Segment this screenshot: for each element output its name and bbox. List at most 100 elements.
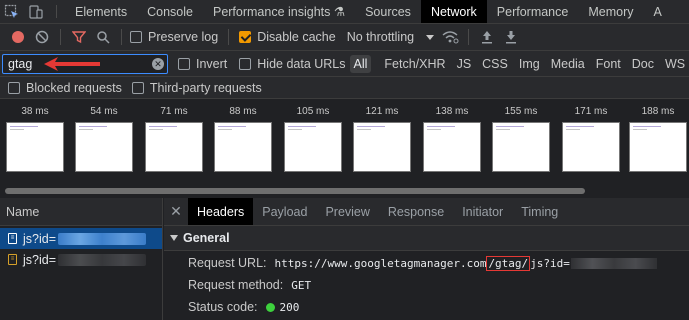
upload-icon — [482, 31, 493, 44]
screenshot-filmstrip: 38 ms 54 ms 71 ms 88 ms 105 ms 121 ms 13… — [0, 100, 689, 184]
close-detail-icon[interactable]: ✕ — [164, 198, 188, 225]
filmstrip-frame[interactable]: 171 ms — [561, 100, 621, 172]
clear-icon — [35, 30, 49, 44]
tab-elements[interactable]: Elements — [65, 0, 137, 23]
devtools-tabbar: Elements Console Performance insights ⚗ … — [0, 0, 689, 24]
hide-data-urls-checkbox[interactable] — [239, 57, 252, 70]
filmstrip-frame[interactable]: 54 ms — [74, 100, 134, 172]
filmstrip-frame[interactable]: 38 ms — [5, 100, 65, 172]
disable-cache-toggle[interactable]: Disable cache — [239, 30, 336, 44]
inspect-element-button[interactable] — [0, 0, 24, 23]
tab-initiator[interactable]: Initiator — [453, 198, 512, 225]
status-ok-icon — [265, 302, 275, 312]
tab-performance[interactable]: Performance — [487, 0, 579, 23]
chevron-down-icon — [426, 34, 435, 40]
filmstrip-frame[interactable]: 138 ms — [422, 100, 482, 172]
clear-button[interactable] — [30, 26, 54, 48]
tabbar-divider — [56, 5, 57, 18]
blocked-requests-checkbox[interactable] — [8, 81, 20, 94]
request-row[interactable]: ≡ js?id= — [0, 228, 162, 249]
tab-preview[interactable]: Preview — [316, 198, 378, 225]
frame-thumbnail — [492, 122, 550, 172]
redacted-id — [58, 232, 147, 245]
filmstrip-frame[interactable]: 188 ms — [628, 100, 688, 172]
scrollbar-thumb[interactable] — [5, 188, 585, 194]
request-list: Name ≡ js?id= ≡ js?id= — [0, 198, 163, 320]
invert-toggle[interactable]: Invert — [178, 57, 227, 71]
filmstrip-scrollbar[interactable] — [0, 184, 689, 198]
preserve-log-label: Preserve log — [148, 30, 219, 44]
throttling-select[interactable]: No throttling — [346, 30, 435, 44]
general-section-header[interactable]: General — [164, 226, 689, 251]
record-icon — [12, 31, 24, 43]
frame-thumbnail — [629, 122, 687, 172]
preserve-log-checkbox[interactable] — [130, 31, 142, 43]
redacted-url-id — [570, 258, 657, 269]
search-button[interactable] — [91, 26, 115, 48]
invert-checkbox[interactable] — [178, 57, 190, 70]
disable-cache-checkbox[interactable] — [239, 31, 252, 43]
expand-triangle-icon — [170, 235, 178, 241]
request-method-label: Request method: — [188, 278, 284, 292]
third-party-label: Third-party requests — [149, 80, 262, 95]
tab-network[interactable]: Network — [420, 0, 487, 23]
tab-headers[interactable]: Headers — [188, 198, 254, 225]
frame-thumbnail — [6, 122, 64, 172]
frame-thumbnail — [145, 122, 203, 172]
frame-thumbnail — [562, 122, 620, 172]
device-toggle-icon — [29, 4, 43, 19]
network-toolbar: Preserve log Disable cache No throttling — [0, 24, 689, 51]
type-filter-css[interactable]: CSS — [478, 55, 512, 73]
filmstrip-frame[interactable]: 88 ms — [213, 100, 273, 172]
tab-payload[interactable]: Payload — [253, 198, 316, 225]
throttling-value: No throttling — [346, 30, 415, 44]
type-filter-ws[interactable]: WS — [661, 55, 689, 73]
request-name: js?id= — [23, 231, 57, 246]
type-filter-font[interactable]: Font — [592, 55, 625, 73]
filmstrip-frame[interactable]: 105 ms — [283, 100, 343, 172]
request-url-value: https://www.googletagmanager.com/gtag/js… — [274, 255, 657, 271]
name-column-header[interactable]: Name — [0, 198, 162, 226]
inspect-element-icon — [4, 4, 18, 18]
hide-data-urls-toggle[interactable]: Hide data URLs — [239, 57, 346, 71]
type-filter-fetch-xhr[interactable]: Fetch/XHR — [380, 55, 449, 73]
import-har-button[interactable] — [475, 26, 499, 48]
third-party-toggle[interactable]: Third-party requests — [131, 80, 262, 95]
filmstrip-frame[interactable]: 155 ms — [491, 100, 551, 172]
filter-toggle-button[interactable] — [67, 26, 91, 48]
type-filter-media[interactable]: Media — [547, 55, 589, 73]
filmstrip-frame[interactable]: 121 ms — [352, 100, 412, 172]
network-conditions-button[interactable] — [438, 26, 462, 48]
tab-console[interactable]: Console — [137, 0, 203, 23]
tab-sources[interactable]: Sources — [355, 0, 421, 23]
toolbar-divider — [121, 29, 122, 45]
record-button[interactable] — [6, 26, 30, 48]
type-filter-all[interactable]: All — [349, 54, 372, 73]
third-party-checkbox[interactable] — [131, 81, 144, 94]
tab-timing[interactable]: Timing — [512, 198, 567, 225]
tab-performance-insights[interactable]: Performance insights ⚗ — [203, 0, 355, 23]
type-filter-js[interactable]: JS — [453, 55, 476, 73]
request-row[interactable]: ≡ js?id= — [0, 249, 162, 270]
filmstrip-frame[interactable]: 71 ms — [144, 100, 204, 172]
device-toolbar-button[interactable] — [24, 0, 48, 23]
preserve-log-toggle[interactable]: Preserve log — [130, 30, 218, 44]
request-url-prefix: https://www.googletagmanager.com — [274, 256, 487, 270]
tab-memory[interactable]: Memory — [578, 0, 643, 23]
frame-time: 105 ms — [296, 106, 330, 117]
frame-time: 38 ms — [21, 106, 49, 117]
type-filter-doc[interactable]: Doc — [628, 55, 658, 73]
type-filter-img[interactable]: Img — [515, 55, 544, 73]
clear-filter-icon[interactable]: ✕ — [152, 58, 164, 70]
blocked-requests-toggle[interactable]: Blocked requests — [8, 81, 122, 95]
export-har-button[interactable] — [499, 26, 523, 48]
frame-time: 121 ms — [365, 106, 399, 117]
request-name: js?id= — [23, 252, 57, 267]
frame-time: 188 ms — [641, 106, 675, 117]
request-method-value: GET — [291, 278, 312, 292]
tab-application[interactable]: A — [644, 0, 672, 23]
js-file-icon: ≡ — [8, 233, 17, 244]
frame-thumbnail — [214, 122, 272, 172]
status-code-value: 200 — [279, 300, 300, 314]
tab-response[interactable]: Response — [379, 198, 453, 225]
